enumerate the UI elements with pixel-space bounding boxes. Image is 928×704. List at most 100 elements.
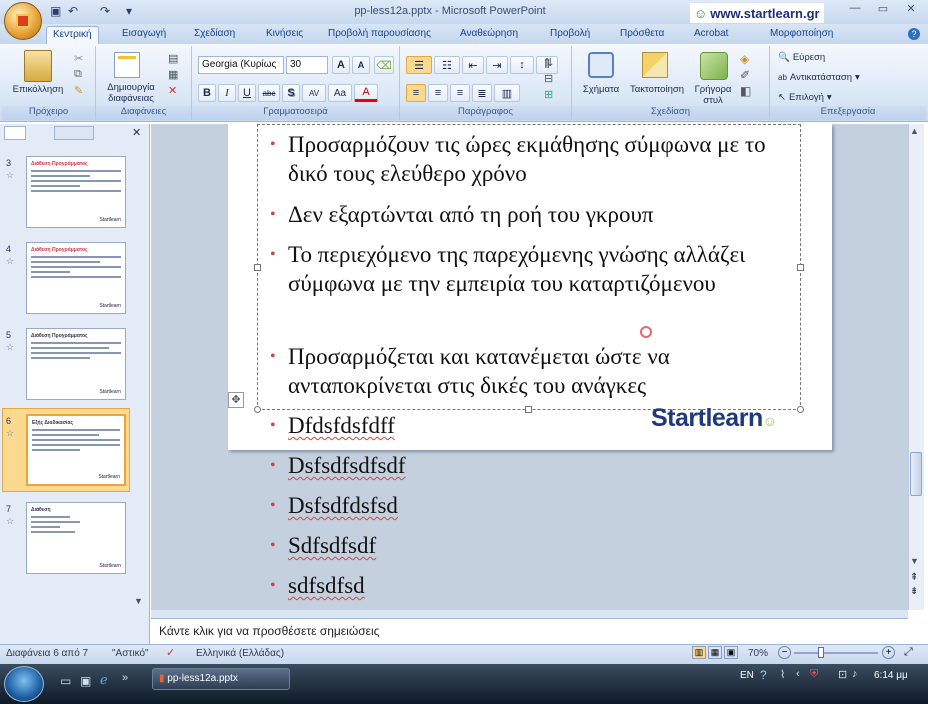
shadow-button[interactable]: S bbox=[282, 84, 300, 102]
replace-button[interactable]: ab Αντικατάσταση ▾ bbox=[778, 72, 860, 83]
volume-tray-icon[interactable]: ♪ bbox=[852, 668, 858, 680]
resize-handle[interactable] bbox=[254, 406, 261, 413]
sorter-view-icon[interactable]: ▦ bbox=[708, 646, 722, 659]
reset-icon[interactable]: ▦ bbox=[168, 68, 178, 81]
taskbar-powerpoint[interactable]: ▮ pp-less12a.pptx bbox=[152, 668, 290, 690]
tab-insert[interactable]: Εισαγωγή bbox=[116, 26, 172, 44]
clear-format-icon[interactable]: ⌫ bbox=[374, 56, 394, 74]
tray-pin-icon[interactable]: ⌇ bbox=[780, 668, 785, 681]
change-case-button[interactable]: Aa bbox=[328, 84, 352, 102]
tab-design[interactable]: Σχεδίαση bbox=[188, 26, 241, 44]
tab-view[interactable]: Προβολή bbox=[544, 26, 596, 44]
align-text-icon[interactable]: ⊟ bbox=[544, 72, 553, 85]
numbering-button[interactable]: ☷ bbox=[434, 56, 460, 74]
help-tray-icon[interactable]: ? bbox=[760, 668, 767, 682]
scroll-up-icon[interactable]: ▲ bbox=[910, 126, 919, 136]
paste-button[interactable]: Επικόλληση bbox=[6, 84, 70, 95]
next-slide-icon[interactable]: ⇟ bbox=[910, 586, 918, 597]
start-button[interactable] bbox=[4, 666, 44, 702]
decrease-indent-button[interactable]: ⇤ bbox=[462, 56, 484, 74]
font-color-button[interactable]: A bbox=[354, 84, 378, 102]
network-tray-icon[interactable]: ⊡ bbox=[838, 668, 847, 681]
slide-thumbnail-6[interactable]: Εξής Διαδικασίας Startlearn bbox=[26, 414, 126, 486]
tab-home[interactable]: Κεντρική bbox=[46, 26, 99, 44]
shape-outline-icon[interactable]: ✐ bbox=[740, 68, 750, 82]
input-language[interactable]: EN bbox=[740, 670, 754, 681]
customize-qat-button[interactable]: ▾ bbox=[126, 4, 132, 20]
arrange-button[interactable]: Τακτοποίηση bbox=[626, 84, 688, 95]
outline-tab[interactable] bbox=[54, 126, 94, 140]
zoom-slider-thumb[interactable] bbox=[818, 647, 824, 658]
tab-acrobat[interactable]: Acrobat bbox=[688, 26, 734, 44]
strikethrough-button[interactable]: abc bbox=[258, 84, 280, 102]
help-icon[interactable]: ? bbox=[908, 28, 920, 40]
undo-quick-button[interactable]: ↶ bbox=[68, 4, 78, 20]
minimize-button[interactable]: — bbox=[846, 2, 864, 18]
tab-slide-show[interactable]: Προβολή παρουσίασης bbox=[322, 26, 437, 44]
line-spacing-button[interactable]: ↕ bbox=[510, 56, 534, 74]
security-tray-icon[interactable]: ⛨ bbox=[810, 668, 818, 681]
quick-styles-button[interactable]: Γρήγορα στυλ bbox=[688, 84, 738, 106]
tray-expand-icon[interactable]: ‹ bbox=[796, 668, 800, 680]
office-button[interactable] bbox=[4, 2, 42, 40]
tab-review[interactable]: Αναθεώρηση bbox=[454, 26, 524, 44]
italic-button[interactable]: I bbox=[218, 84, 236, 102]
resize-handle[interactable] bbox=[254, 264, 261, 271]
previous-slide-icon[interactable]: ⇞ bbox=[910, 572, 918, 583]
vertical-scrollbar[interactable] bbox=[908, 124, 924, 610]
char-spacing-button[interactable]: AV bbox=[302, 84, 326, 102]
zoom-in-icon[interactable]: + bbox=[882, 646, 895, 659]
quick-launch-more-icon[interactable]: » bbox=[122, 672, 128, 684]
new-slide-button[interactable]: Δημιουργία διαφάνειας bbox=[98, 82, 164, 104]
save-quick-button[interactable]: ▣ bbox=[50, 4, 61, 20]
delete-slide-icon[interactable]: ✕ bbox=[168, 84, 177, 97]
select-button[interactable]: ↖ Επιλογή ▾ bbox=[778, 92, 832, 103]
redo-quick-button[interactable]: ↷ bbox=[100, 4, 110, 20]
layout-icon[interactable]: ▤ bbox=[168, 52, 178, 65]
tab-animations[interactable]: Κινήσεις bbox=[260, 26, 309, 44]
pane-scroll-down-icon[interactable]: ▼ bbox=[134, 596, 143, 606]
notes-pane[interactable]: Κάντε κλικ για να προσθέσετε σημειώσεις bbox=[151, 618, 908, 644]
resize-handle[interactable] bbox=[797, 406, 804, 413]
text-columns-button[interactable]: ▥ bbox=[494, 84, 520, 102]
slide-thumbnail-5[interactable]: Διάθεση Προγράμματος Startlearn bbox=[26, 328, 126, 400]
close-button[interactable]: ✕ bbox=[902, 2, 920, 18]
increase-indent-button[interactable]: ⇥ bbox=[486, 56, 508, 74]
zoom-slider[interactable] bbox=[794, 652, 878, 654]
slides-tab[interactable] bbox=[4, 126, 26, 140]
spelling-check-icon[interactable]: ✓ bbox=[166, 646, 175, 659]
tab-format[interactable]: Μορφοποίηση bbox=[764, 26, 839, 44]
copy-icon[interactable]: ⧉ bbox=[74, 68, 82, 81]
text-direction-icon[interactable]: ⇅ bbox=[544, 56, 553, 69]
fit-to-window-icon[interactable]: ⤢ bbox=[904, 646, 913, 659]
align-right-button[interactable]: ≡ bbox=[450, 84, 470, 102]
zoom-out-icon[interactable]: − bbox=[778, 646, 791, 659]
scroll-down-icon[interactable]: ▼ bbox=[910, 556, 919, 566]
ie-icon[interactable]: ℯ bbox=[100, 672, 108, 688]
slideshow-view-icon[interactable]: ▣ bbox=[724, 646, 738, 659]
bullets-button[interactable]: ☰ bbox=[406, 56, 432, 74]
zoom-level[interactable]: 70% bbox=[748, 648, 768, 659]
align-left-button[interactable]: ≡ bbox=[406, 84, 426, 102]
slide-thumbnail-3[interactable]: Διάθεση Προγράμματος Startlearn bbox=[26, 156, 126, 228]
switch-windows-icon[interactable]: ▣ bbox=[80, 674, 91, 688]
clock[interactable]: 6:14 μμ bbox=[874, 670, 908, 681]
bold-button[interactable]: B bbox=[198, 84, 216, 102]
tab-addins[interactable]: Πρόσθετα bbox=[614, 26, 670, 44]
underline-button[interactable]: U bbox=[238, 84, 256, 102]
resize-handle[interactable] bbox=[797, 264, 804, 271]
scroll-thumb[interactable] bbox=[910, 452, 922, 496]
shape-effects-icon[interactable]: ◧ bbox=[740, 84, 751, 98]
shrink-font-button[interactable]: A bbox=[352, 56, 370, 74]
autofit-options-icon[interactable]: ✥ bbox=[228, 392, 244, 408]
align-center-button[interactable]: ≡ bbox=[428, 84, 448, 102]
font-name-select[interactable]: Georgia (Κυρίως bbox=[198, 56, 284, 74]
notes-splitter[interactable] bbox=[151, 610, 908, 618]
language-status[interactable]: Ελληνικά (Ελλάδας) bbox=[196, 648, 284, 659]
format-painter-icon[interactable]: ✎ bbox=[74, 84, 83, 97]
justify-button[interactable]: ≣ bbox=[472, 84, 492, 102]
find-button[interactable]: 🔍 Εύρεση bbox=[778, 52, 825, 63]
restore-button[interactable]: ▭ bbox=[874, 2, 892, 18]
smartart-icon[interactable]: ⊞ bbox=[544, 88, 553, 101]
grow-font-button[interactable]: A bbox=[332, 56, 350, 74]
